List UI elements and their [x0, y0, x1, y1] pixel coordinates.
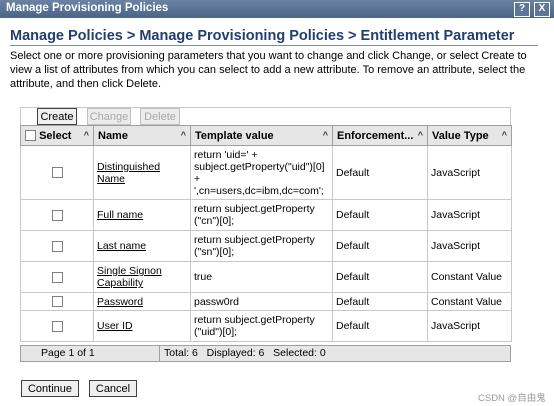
template-value: return subject.getProperty ("uid")[0]; [190, 310, 333, 342]
window-titlebar: Manage Provisioning Policies ? X [0, 0, 554, 18]
row-checkbox[interactable] [51, 271, 63, 283]
table-row: User ID return subject.getProperty ("uid… [20, 310, 512, 342]
watermark: CSDN @自由鬼 [478, 393, 546, 404]
value-type: JavaScript [427, 199, 512, 231]
template-value: return 'uid=' + subject.getProperty("uid… [190, 145, 333, 200]
enforcement-header[interactable]: Enforcement... ^ [332, 125, 428, 146]
help-button[interactable]: ? [514, 2, 530, 17]
table-row: Full name return subject.getProperty ("c… [20, 199, 512, 231]
table-footer: Page 1 of 1 Total: 6 Displayed: 6 Select… [20, 345, 511, 362]
parameter-name-link[interactable]: User ID [97, 320, 133, 332]
template-value: passw0rd [190, 292, 333, 311]
delete-button[interactable]: Delete [140, 108, 180, 125]
select-all-checkbox[interactable] [25, 130, 36, 142]
footer-divider [159, 346, 160, 361]
template-value: return subject.getProperty ("sn")[0]; [190, 230, 333, 262]
enforcement-value: Default [332, 261, 428, 293]
create-button[interactable]: Create [37, 108, 77, 125]
table-header-row: Select ^ Name ^ Template value ^ Enforcemen… [20, 125, 512, 146]
enforcement-value: Default [332, 145, 428, 200]
breadcrumb: Manage Policies > Manage Provisioning Po… [10, 28, 515, 44]
table-row: Password passw0rd Default Constant Value [20, 292, 512, 311]
parameter-name-link[interactable]: Single Signon Capability [97, 265, 162, 289]
sort-icon[interactable]: ^ [181, 130, 186, 140]
policy-parameter-table: Select ^ Name ^ Template value ^ Enforcemen… [20, 125, 512, 342]
value-type: Constant Value [427, 292, 512, 311]
select-header[interactable]: Select ^ [20, 125, 94, 146]
change-button[interactable]: Change [87, 108, 131, 125]
enforcement-value: Default [332, 292, 428, 311]
value-type-header[interactable]: Value Type ^ [427, 125, 512, 146]
value-type: JavaScript [427, 230, 512, 262]
close-button[interactable]: X [534, 2, 550, 17]
value-type: Constant Value [427, 261, 512, 293]
table-row: Last name return subject.getProperty ("s… [20, 230, 512, 262]
page-description: Select one or more provisioning paramete… [10, 50, 527, 90]
row-checkbox[interactable] [51, 167, 63, 179]
template-value: true [190, 261, 333, 293]
row-checkbox[interactable] [51, 240, 63, 252]
selection-status: Total: 6 Displayed: 6 Selected: 0 [164, 347, 326, 359]
sort-icon[interactable]: ^ [502, 130, 507, 140]
parameter-name-link[interactable]: Password [97, 296, 143, 308]
row-checkbox[interactable] [51, 296, 63, 308]
value-type: JavaScript [427, 145, 512, 200]
name-header[interactable]: Name ^ [93, 125, 191, 146]
template-value-header[interactable]: Template value ^ [190, 125, 333, 146]
page-indicator: Page 1 of 1 [41, 347, 95, 359]
value-type: JavaScript [427, 310, 512, 342]
parameter-name-link[interactable]: Full name [97, 209, 143, 221]
parameter-name-link[interactable]: Last name [97, 240, 146, 252]
sort-icon[interactable]: ^ [323, 130, 328, 140]
enforcement-value: Default [332, 310, 428, 342]
row-checkbox[interactable] [51, 320, 63, 332]
enforcement-value: Default [332, 230, 428, 262]
parameter-name-link[interactable]: Distinguished Name [97, 161, 160, 185]
enforcement-value: Default [332, 199, 428, 231]
sort-icon[interactable]: ^ [84, 130, 89, 140]
breadcrumb-divider [10, 45, 538, 46]
window-title: Manage Provisioning Policies [6, 2, 169, 14]
template-value: return subject.getProperty ("cn")[0]; [190, 199, 333, 231]
table-row: Single Signon Capability true Default Co… [20, 261, 512, 293]
table-row: Distinguished Name return 'uid=' + subje… [20, 145, 512, 200]
continue-button[interactable]: Continue [21, 380, 79, 397]
sort-icon[interactable]: ^ [418, 130, 423, 140]
cancel-button[interactable]: Cancel [89, 380, 137, 397]
row-checkbox[interactable] [51, 209, 63, 221]
